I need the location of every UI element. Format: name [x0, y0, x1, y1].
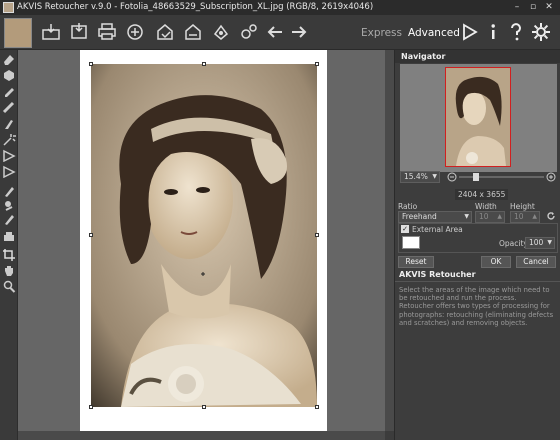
tool-strip: [0, 50, 18, 440]
image-canvas[interactable]: [18, 50, 385, 431]
hand-icon[interactable]: [2, 264, 16, 277]
open-image-icon[interactable]: [40, 21, 62, 43]
eraser-icon[interactable]: [2, 53, 16, 66]
zoom-icon[interactable]: [2, 280, 16, 293]
ratio-label: Ratio: [398, 202, 418, 211]
crop-handle[interactable]: [315, 62, 319, 66]
clone-icon[interactable]: [2, 101, 16, 114]
crop-handle[interactable]: [315, 405, 319, 409]
window-title: AKVIS Retoucher v.9.0 - Fotolia_48663529…: [17, 2, 374, 12]
help-title: AKVIS Retoucher: [399, 270, 476, 279]
ratio-select[interactable]: Freehand ▼: [398, 211, 472, 223]
preferences-icon[interactable]: [238, 21, 260, 43]
redo-icon[interactable]: [288, 21, 310, 43]
play-icon[interactable]: [458, 21, 480, 43]
zoom-out-icon[interactable]: [447, 172, 457, 182]
polygon-lasso-icon[interactable]: [2, 165, 16, 179]
zoom-slider[interactable]: [459, 176, 544, 178]
opacity-label: Opacity: [499, 239, 528, 248]
zoom-slider-thumb[interactable]: [473, 173, 479, 181]
portrait-photo[interactable]: [91, 64, 317, 407]
patch-icon[interactable]: [2, 230, 16, 243]
healing-icon[interactable]: [2, 69, 16, 82]
app-icon: [3, 2, 14, 13]
close-button[interactable]: ✕: [542, 1, 556, 13]
minimize-button[interactable]: –: [510, 1, 524, 13]
lasso-icon[interactable]: [2, 149, 16, 163]
magic-wand-icon[interactable]: [2, 133, 16, 146]
advanced-mode-tab[interactable]: Advanced: [408, 27, 460, 39]
opacity-select[interactable]: 100 ▼: [525, 237, 555, 249]
external-area-color-swatch[interactable]: [402, 236, 420, 249]
title-bar: AKVIS Retoucher v.9.0 - Fotolia_48663529…: [0, 0, 560, 15]
divider: [395, 281, 560, 282]
zoom-select[interactable]: 15.4% ▼: [400, 171, 440, 183]
external-area-checkbox[interactable]: ✓: [401, 225, 409, 233]
crop-handle[interactable]: [89, 62, 93, 66]
width-label: Width: [475, 202, 497, 211]
vertical-scrollbar[interactable]: [385, 50, 394, 431]
cancel-button[interactable]: Cancel: [516, 256, 556, 268]
navigator-header: Navigator: [395, 50, 560, 63]
rotate-icon[interactable]: [546, 211, 556, 221]
crop-handle[interactable]: [89, 233, 93, 237]
image-size-readout: 2404 x 3655: [455, 189, 509, 200]
zoom-in-icon[interactable]: [546, 172, 556, 182]
right-panel: Navigator 15.4% ▼ 2404 x 3655 Ratio Width…: [394, 50, 560, 440]
height-input[interactable]: 10 ▲: [510, 211, 540, 223]
navigator-view-frame[interactable]: [445, 67, 511, 167]
crop-handle[interactable]: [89, 405, 93, 409]
export-icon[interactable]: [182, 21, 204, 43]
settings-icon[interactable]: [530, 21, 552, 43]
main-toolbar: Express Advanced: [0, 15, 560, 50]
share-icon[interactable]: [124, 21, 146, 43]
help-icon[interactable]: [505, 21, 527, 43]
pencil-icon[interactable]: [2, 185, 16, 198]
reset-button[interactable]: Reset: [398, 256, 434, 268]
maximize-button[interactable]: ▫: [526, 1, 540, 13]
crop-handle[interactable]: [202, 62, 206, 66]
height-label: Height: [510, 202, 535, 211]
batch-icon[interactable]: [154, 21, 176, 43]
express-mode-tab[interactable]: Express: [361, 27, 402, 39]
ok-button[interactable]: OK: [481, 256, 511, 268]
info-icon[interactable]: [482, 21, 504, 43]
undo-icon[interactable]: [264, 21, 286, 43]
external-area-label: External Area: [412, 225, 463, 234]
brush-icon[interactable]: [2, 117, 16, 130]
chameleon-icon[interactable]: [2, 199, 16, 212]
horizontal-scrollbar[interactable]: [18, 431, 385, 440]
save-icon[interactable]: [68, 21, 90, 43]
print-icon[interactable]: [96, 21, 118, 43]
crop-handle[interactable]: [202, 405, 206, 409]
width-input[interactable]: 10 ▲: [475, 211, 505, 223]
stamp-icon[interactable]: [2, 85, 16, 98]
crop-handle[interactable]: [315, 233, 319, 237]
help-text: Select the areas of the image which need…: [399, 286, 554, 327]
logo-thumbnail: [4, 18, 32, 48]
run-icon[interactable]: [210, 21, 232, 43]
smart-brush-icon[interactable]: [2, 213, 16, 226]
crop-icon[interactable]: [2, 248, 16, 261]
navigator-preview[interactable]: [400, 64, 557, 172]
